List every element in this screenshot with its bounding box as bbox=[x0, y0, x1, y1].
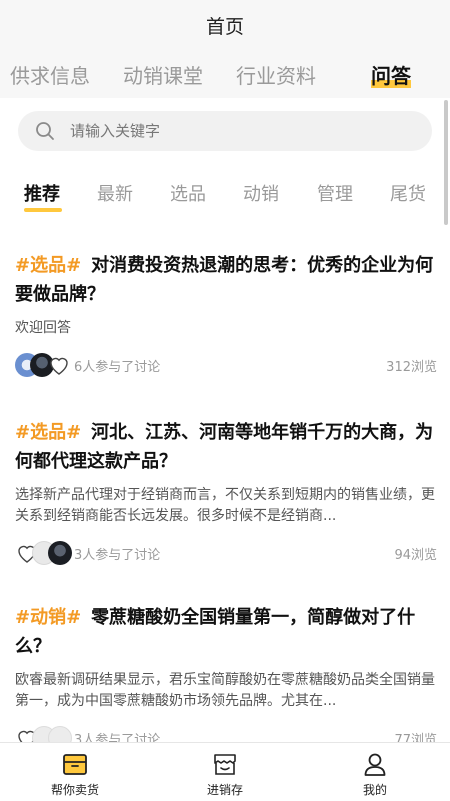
post-card[interactable]: #选品# 河北、江苏、河南等地年销千万的大商，为何都代理这款产品？ 选择新产品代理… bbox=[15, 418, 437, 565]
page-title: 首页 bbox=[205, 15, 244, 38]
subtab-selection[interactable]: 选品 bbox=[170, 180, 206, 206]
search-icon bbox=[36, 122, 54, 140]
post-meta: 3人参与了讨论 94浏览 bbox=[15, 541, 437, 565]
participant-count: 3人参与了讨论 bbox=[74, 548, 161, 563]
post-title[interactable]: #选品# 河北、江苏、河南等地年销千万的大商，为何都代理这款产品？ bbox=[15, 418, 437, 476]
nav-sell-goods[interactable]: 帮你卖货 bbox=[0, 743, 150, 801]
post-tag[interactable]: #选品# bbox=[15, 255, 81, 276]
app-header: 首页 bbox=[0, 0, 450, 50]
nav-label: 帮你卖货 bbox=[50, 783, 99, 797]
view-count: 94浏览 bbox=[394, 548, 437, 563]
heart-icon[interactable] bbox=[47, 353, 71, 377]
view-count: 312浏览 bbox=[386, 360, 437, 375]
subtab-sales[interactable]: 动销 bbox=[243, 180, 279, 206]
post-meta: 6人参与了讨论 312浏览 bbox=[15, 353, 437, 377]
sub-tabs: 推荐 最新 选品 动销 管理 尾货 bbox=[0, 168, 450, 214]
post-tag[interactable]: #选品# bbox=[15, 422, 81, 443]
post-card[interactable]: #动销# 零蔗糖酸奶全国销量第一，简醇做对了什么？ 欧睿最新调研结果显示，君乐宝简… bbox=[15, 603, 437, 750]
tab-industry-docs[interactable]: 行业资料 bbox=[236, 60, 316, 89]
participant-avatars bbox=[15, 541, 75, 565]
participant-avatars bbox=[15, 353, 75, 377]
nav-mine[interactable]: 我的 bbox=[300, 743, 450, 801]
search-bar[interactable] bbox=[18, 111, 432, 151]
post-excerpt: 选择新产品代理对于经销商而言，不仅关系到短期内的销售业绩，更关系到经销商能否长远… bbox=[15, 487, 435, 524]
post-excerpt: 欧睿最新调研结果显示，君乐宝简醇酸奶在零蔗糖酸奶品类全国销量第一，成为中国零蔗糖… bbox=[15, 672, 435, 709]
subtab-management[interactable]: 管理 bbox=[317, 180, 353, 206]
bottom-nav: 帮你卖货 进销存 我的 bbox=[0, 742, 450, 801]
participant-count: 6人参与了讨论 bbox=[74, 360, 161, 375]
tab-qa[interactable]: 问答 bbox=[371, 60, 411, 89]
subtab-active-indicator bbox=[24, 208, 62, 212]
subtab-recommended[interactable]: 推荐 bbox=[24, 180, 60, 206]
subtab-latest[interactable]: 最新 bbox=[97, 180, 133, 206]
category-tabs: 供求信息 动销课堂 行业资料 问答 bbox=[0, 50, 450, 98]
avatar bbox=[48, 541, 72, 565]
nav-label: 进销存 bbox=[206, 783, 243, 797]
box-icon bbox=[63, 754, 87, 775]
nav-label: 我的 bbox=[362, 783, 387, 797]
tab-supply-demand[interactable]: 供求信息 bbox=[10, 60, 90, 89]
subtab-surplus[interactable]: 尾货 bbox=[390, 180, 426, 206]
search-input[interactable] bbox=[68, 121, 392, 141]
tab-sales-class[interactable]: 动销课堂 bbox=[123, 60, 203, 89]
nav-inventory[interactable]: 进销存 bbox=[150, 743, 300, 801]
post-card[interactable]: #选品# 对消费投资热退潮的思考：优秀的企业为何要做品牌？ 欢迎回答 6人参与了讨… bbox=[15, 251, 437, 377]
post-excerpt: 欢迎回答 bbox=[15, 320, 71, 336]
post-title[interactable]: #动销# 零蔗糖酸奶全国销量第一，简醇做对了什么？ bbox=[15, 603, 437, 661]
post-tag[interactable]: #动销# bbox=[15, 607, 81, 628]
store-icon bbox=[214, 754, 236, 775]
user-icon bbox=[364, 753, 386, 776]
post-title[interactable]: #选品# 对消费投资热退潮的思考：优秀的企业为何要做品牌？ bbox=[15, 251, 437, 309]
